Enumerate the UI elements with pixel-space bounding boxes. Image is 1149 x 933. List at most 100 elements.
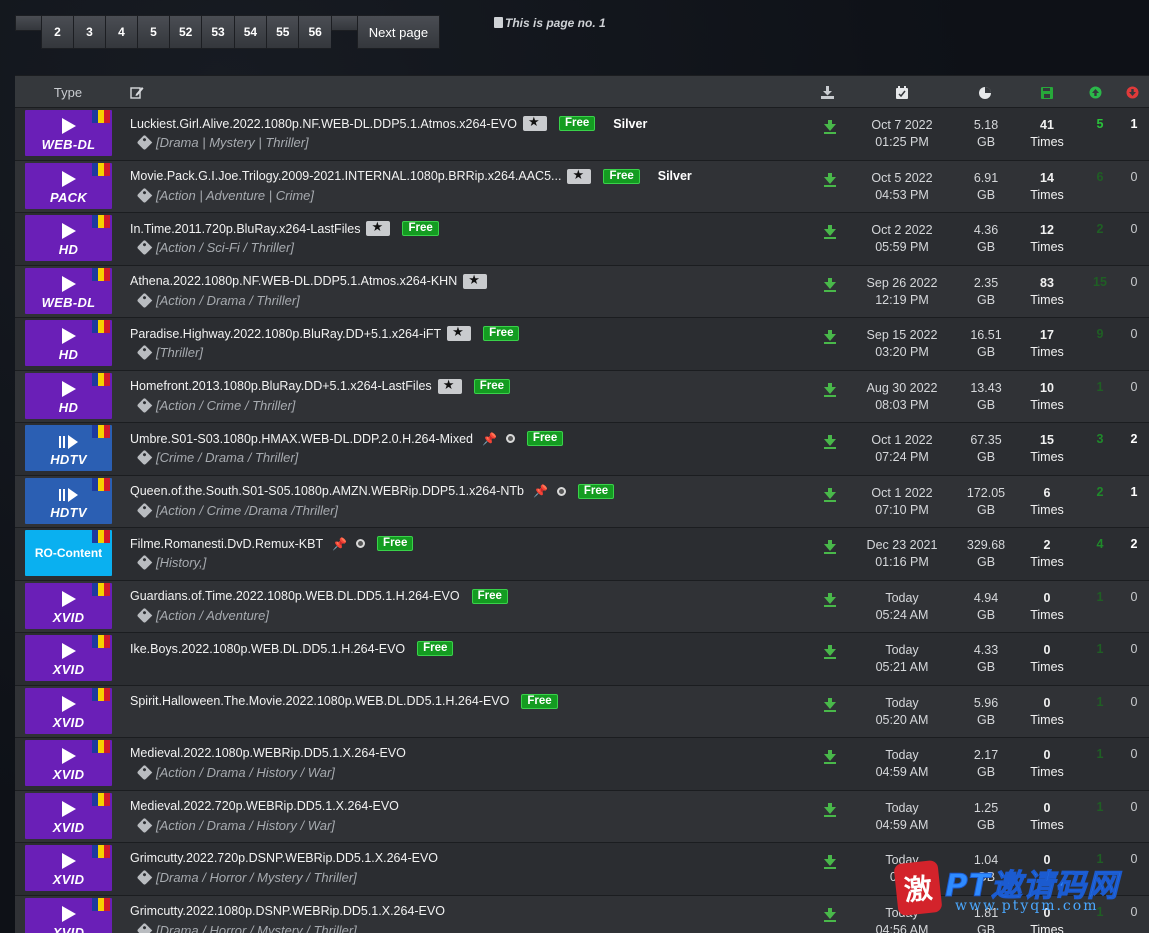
type-column-header[interactable]: Type (15, 76, 121, 109)
leechers-count[interactable]: 0 (1119, 590, 1149, 604)
leechers-count[interactable]: 0 (1119, 170, 1149, 184)
category-badge[interactable]: HD (25, 215, 112, 261)
download-icon[interactable] (824, 435, 836, 449)
torrent-name-link[interactable]: Spirit.Halloween.The.Movie.2022.1080p.WE… (130, 694, 509, 708)
snatched-count[interactable]: 0 Times (1022, 590, 1072, 624)
seeders-count[interactable]: 5 (1085, 117, 1115, 131)
download-icon[interactable] (824, 225, 836, 239)
category-badge[interactable]: XVID (25, 582, 112, 629)
category-badge[interactable]: PACK (25, 162, 112, 209)
seeders-count[interactable]: 1 (1085, 590, 1115, 604)
download-icon[interactable] (824, 645, 836, 659)
seeders-count[interactable]: 1 (1085, 380, 1115, 394)
calendar-icon[interactable] (877, 76, 927, 109)
seeders-count[interactable]: 9 (1085, 327, 1115, 341)
leechers-count[interactable]: 0 (1119, 380, 1149, 394)
leechers-count[interactable]: 0 (1119, 222, 1149, 236)
save-icon[interactable] (1022, 76, 1072, 109)
page-link[interactable]: 52 (169, 15, 202, 49)
snatched-count[interactable]: 2 Times (1022, 537, 1072, 571)
leechers-count[interactable]: 2 (1119, 537, 1149, 551)
torrent-name-link[interactable]: Luckiest.Girl.Alive.2022.1080p.NF.WEB-DL… (130, 117, 517, 131)
page-link[interactable]: 56 (298, 15, 331, 49)
star-icon[interactable] (567, 167, 592, 184)
seeders-count[interactable]: 1 (1085, 642, 1115, 656)
leechers-count[interactable]: 0 (1119, 800, 1149, 814)
download-icon[interactable] (824, 697, 836, 712)
category-badge[interactable]: WEB-DL (25, 110, 112, 156)
leechers-down-icon[interactable] (1117, 76, 1147, 109)
torrent-name-link[interactable]: Medieval.2022.720p.WEBRip.DD5.1.X.264-EV… (130, 799, 399, 813)
category-badge[interactable]: RO-Content (25, 530, 112, 576)
download-icon[interactable] (824, 120, 836, 134)
leechers-count[interactable]: 0 (1119, 747, 1149, 761)
seeders-count[interactable]: 6 (1085, 170, 1115, 184)
snatched-count[interactable]: 0 Times (1022, 642, 1072, 676)
category-badge[interactable]: XVID (25, 687, 112, 734)
download-icon[interactable] (824, 382, 836, 397)
page-link[interactable]: 5 (137, 15, 169, 49)
snatched-count[interactable]: 17 Times (1022, 327, 1072, 361)
download-icon[interactable] (824, 330, 836, 344)
snatched-count[interactable]: 14 Times (1022, 170, 1072, 204)
snatched-count[interactable]: 41 Times (1022, 117, 1072, 151)
page-link[interactable]: 3 (73, 15, 105, 49)
snatched-count[interactable]: 0 Times (1022, 800, 1072, 834)
download-icon[interactable] (815, 76, 839, 109)
page-link[interactable]: 4 (105, 15, 137, 49)
torrent-name-link[interactable]: Queen.of.the.South.S01-S05.1080p.AMZN.WE… (130, 484, 524, 498)
download-icon[interactable] (824, 277, 836, 292)
snatched-count[interactable]: 15 Times (1022, 432, 1072, 466)
seeders-count[interactable]: 2 (1085, 222, 1115, 236)
seeders-count[interactable]: 2 (1085, 485, 1115, 499)
snatched-count[interactable]: 0 Times (1022, 695, 1072, 729)
snatched-count[interactable]: 10 Times (1022, 380, 1072, 414)
edit-icon[interactable] (127, 76, 147, 109)
star-icon[interactable] (463, 272, 488, 289)
star-icon[interactable] (522, 114, 547, 131)
pie-chart-icon[interactable] (960, 76, 1010, 109)
category-badge[interactable]: XVID (25, 845, 112, 891)
category-badge[interactable]: XVID (25, 635, 112, 681)
star-icon[interactable] (447, 324, 472, 341)
snatched-count[interactable]: 6 Times (1022, 485, 1072, 519)
leechers-count[interactable]: 0 (1119, 642, 1149, 656)
seeders-up-icon[interactable] (1080, 76, 1110, 109)
torrent-name-link[interactable]: Ike.Boys.2022.1080p.WEB.DL.DD5.1.H.264-E… (130, 642, 405, 656)
leechers-count[interactable]: 0 (1119, 327, 1149, 341)
seeders-count[interactable]: 1 (1085, 695, 1115, 709)
download-icon[interactable] (824, 855, 836, 869)
torrent-name-link[interactable]: Medieval.2022.1080p.WEBRip.DD5.1.X.264-E… (130, 746, 406, 760)
download-icon[interactable] (824, 802, 836, 817)
torrent-name-link[interactable]: Filme.Romanesti.DvD.Remux-KBT (130, 537, 323, 551)
page-link[interactable]: 2 (41, 15, 73, 49)
page-link[interactable]: 54 (233, 15, 267, 49)
download-icon[interactable] (824, 540, 836, 554)
download-icon[interactable] (824, 750, 836, 764)
category-badge[interactable]: XVID (25, 897, 112, 933)
download-icon[interactable] (824, 172, 836, 187)
category-badge[interactable]: XVID (25, 740, 112, 786)
torrent-name-link[interactable]: Umbre.S01-S03.1080p.HMAX.WEB-DL.DDP.2.0.… (130, 432, 473, 446)
next-page-button[interactable]: Next page (356, 15, 441, 49)
page-link[interactable]: 55 (266, 15, 299, 49)
download-icon[interactable] (824, 907, 836, 922)
leechers-count[interactable]: 1 (1119, 117, 1149, 131)
leechers-count[interactable]: 0 (1119, 695, 1149, 709)
page-link[interactable]: 53 (201, 15, 234, 49)
torrent-name-link[interactable]: Movie.Pack.G.I.Joe.Trilogy.2009-2021.INT… (130, 169, 561, 183)
category-badge[interactable]: HD (25, 372, 112, 419)
torrent-name-link[interactable]: Guardians.of.Time.2022.1080p.WEB.DL.DD5.… (130, 589, 460, 603)
seeders-count[interactable]: 4 (1085, 537, 1115, 551)
category-badge[interactable]: XVID (25, 792, 112, 839)
seeders-count[interactable]: 1 (1085, 747, 1115, 761)
seeders-count[interactable]: 3 (1085, 432, 1115, 446)
seeders-count[interactable]: 1 (1085, 800, 1115, 814)
download-icon[interactable] (824, 592, 836, 607)
category-badge[interactable]: WEB-DL (25, 267, 112, 314)
download-icon[interactable] (824, 487, 836, 502)
torrent-name-link[interactable]: Homefront.2013.1080p.BluRay.DD+5.1.x264-… (130, 379, 432, 393)
torrent-name-link[interactable]: In.Time.2011.720p.BluRay.x264-LastFiles (130, 222, 360, 236)
seeders-count[interactable]: 15 (1085, 275, 1115, 289)
pagination-previous[interactable] (15, 15, 41, 31)
